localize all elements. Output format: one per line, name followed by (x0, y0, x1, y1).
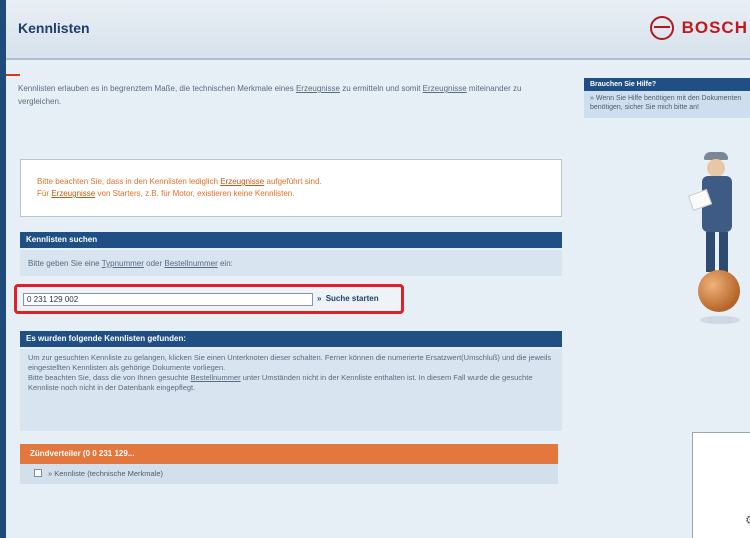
mascot-illustration (682, 148, 750, 348)
bestellnummer-link[interactable]: Bestellnummer (164, 259, 217, 268)
search-start-button[interactable]: » Suche starten (317, 294, 379, 303)
search-hint-a: Bitte geben Sie eine (28, 259, 102, 268)
notice-line2-a: Für (37, 189, 52, 198)
notice-text: Bitte beachten Sie, dass in den Kennlist… (37, 176, 551, 200)
help-panel-title: Brauchen Sie Hilfe? (584, 78, 750, 91)
document-icon (34, 469, 42, 477)
corner-panel: ⚙ (692, 432, 750, 538)
mascot-leg (719, 232, 728, 272)
result-group-header[interactable]: Zündverteiler (0 0 231 129... (20, 444, 558, 464)
results-info-2a: Bitte beachten Sie, dass die von Ihnen g… (28, 373, 191, 382)
notice-line1-a: Bitte beachten Sie, dass in den Kennlist… (37, 177, 221, 186)
results-info-1: Um zur gesuchten Kennliste zu gelangen, … (28, 353, 552, 372)
page-title: Kennlisten (18, 20, 90, 36)
intro-text: Kennlisten erlauben es in begrenztem Maß… (18, 82, 563, 108)
main-frame: Kennlisten BOSCH Kennlisten erlauben es … (6, 0, 750, 538)
brand-name: BOSCH (681, 18, 748, 37)
search-hint-mid: oder (143, 259, 165, 268)
intro-link-2[interactable]: Erzeugnisse (423, 84, 467, 93)
device-icon: ⚙ (745, 513, 750, 527)
results-bestellnummer-link[interactable]: Bestellnummer (191, 373, 241, 382)
search-hint-b: ein: (217, 259, 233, 268)
search-input[interactable] (23, 293, 313, 306)
results-info-2: Bitte beachten Sie, dass die von Ihnen g… (28, 373, 554, 393)
header: Kennlisten BOSCH (6, 0, 750, 60)
notice-box: Bitte beachten Sie, dass in den Kennlist… (20, 159, 562, 217)
mascot-leg (706, 232, 715, 272)
search-section-header: Kennlisten suchen (20, 232, 562, 248)
intro-part1: Kennlisten erlauben es in begrenztem Maß… (18, 84, 296, 93)
help-panel: Brauchen Sie Hilfe? » Wenn Sie Hilfe ben… (584, 78, 750, 150)
decorative-line (6, 74, 20, 76)
search-hint: Bitte geben Sie eine Typnummer oder Best… (20, 250, 562, 276)
mascot-shadow (700, 316, 740, 324)
typnummer-link[interactable]: Typnummer (102, 259, 144, 268)
intro-link-1[interactable]: Erzeugnisse (296, 84, 340, 93)
notice-line1-b: aufgeführt sind. (264, 177, 322, 186)
notice-link-1[interactable]: Erzeugnisse (220, 177, 264, 186)
search-row-highlight: » Suche starten (14, 284, 404, 314)
notice-link-2[interactable]: Erzeugnisse (51, 189, 95, 198)
results-info: Um zur gesuchten Kennliste zu gelangen, … (20, 349, 562, 431)
search-start-label: Suche starten (325, 294, 379, 303)
result-item-label: » Kennliste (technische Merkmale) (48, 469, 164, 478)
arrow-icon: » (317, 294, 322, 303)
mascot-head (707, 159, 725, 177)
results-section-header: Es wurden folgende Kennlisten gefunden: (20, 331, 562, 347)
help-panel-text[interactable]: » Wenn Sie Hilfe benötigen mit den Dokum… (584, 91, 750, 118)
mascot-globe (698, 270, 740, 312)
notice-line2-b: von Starters, z.B. für Motor, existieren… (95, 189, 295, 198)
brand[interactable]: BOSCH (649, 16, 748, 40)
bosch-logo-icon (649, 16, 674, 40)
intro-part2: zu ermitteln und somit (339, 84, 423, 93)
result-item[interactable]: » Kennliste (technische Merkmale) (20, 464, 558, 484)
